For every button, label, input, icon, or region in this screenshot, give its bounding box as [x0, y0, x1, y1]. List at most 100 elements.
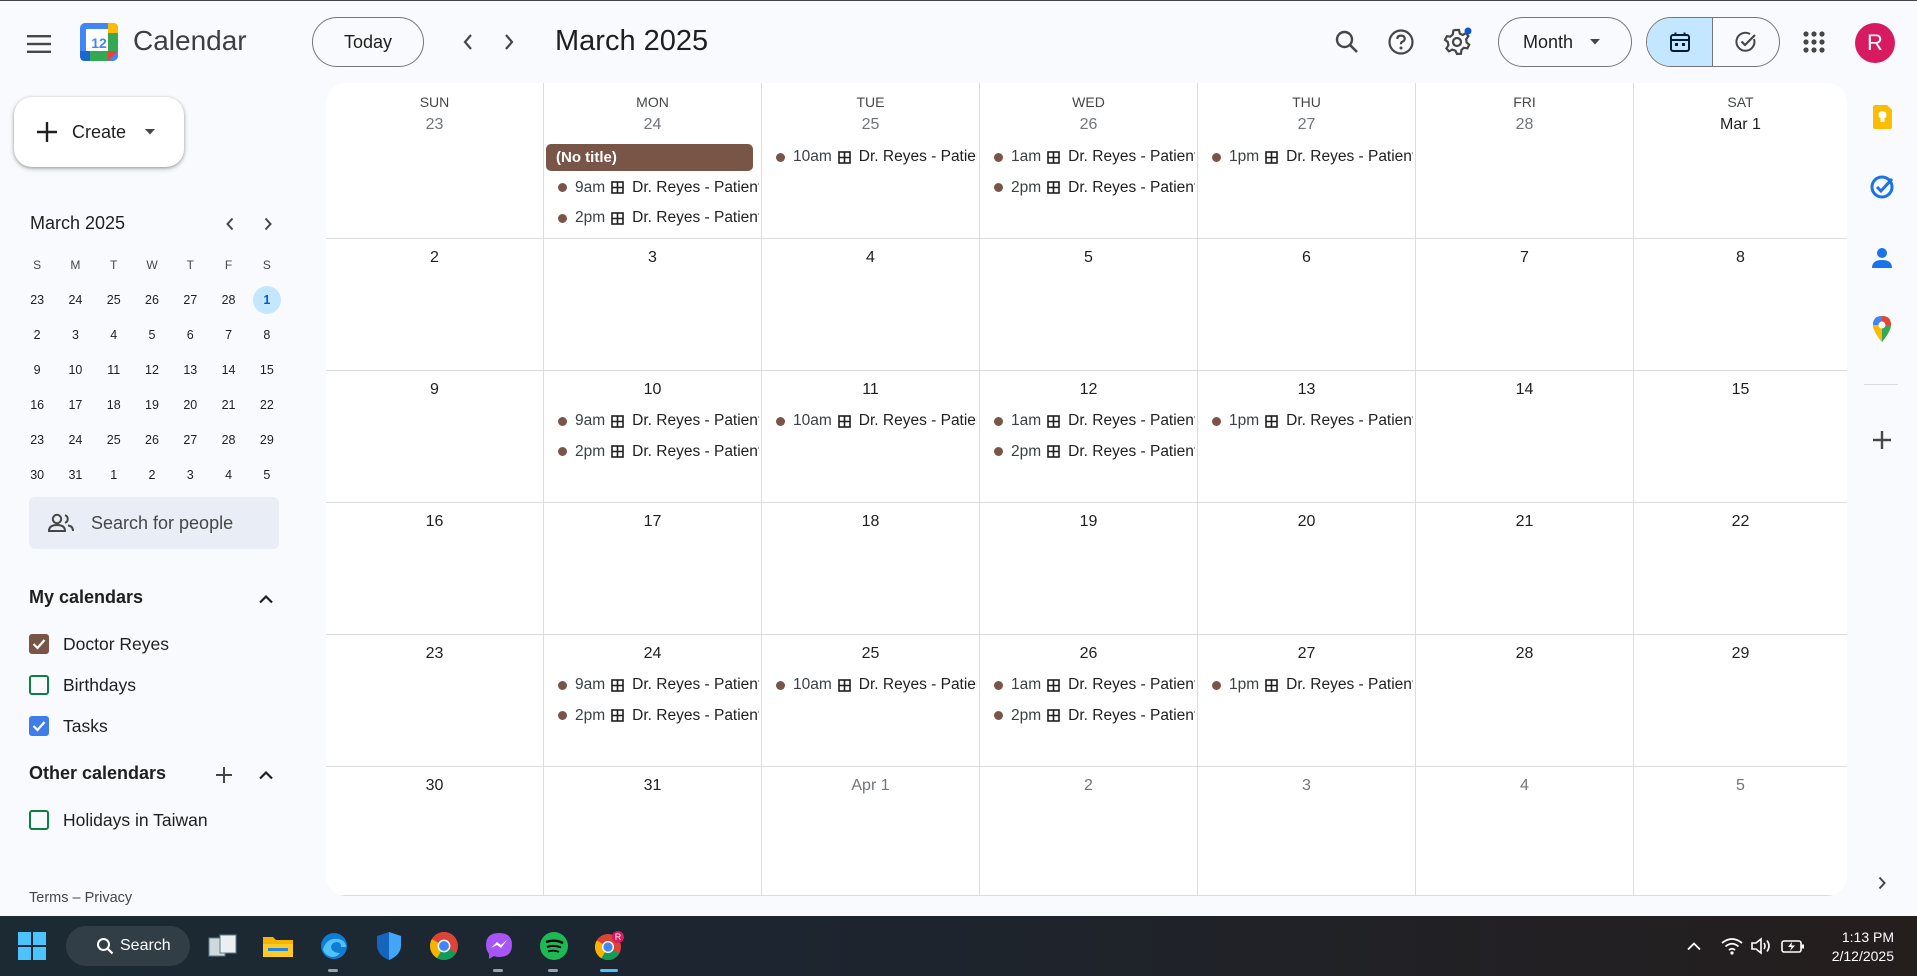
mini-day[interactable]: 11 [95, 363, 133, 377]
day-cell[interactable]: 13 1pm Dr. Reyes - Patient [1198, 371, 1416, 503]
day-cell[interactable]: 12 1am Dr. Reyes - Patient 2pm Dr. Reyes - P… [980, 371, 1198, 503]
day-cell[interactable]: 11 10am Dr. Reyes - Patient [762, 371, 980, 503]
battery-button[interactable] [1781, 934, 1805, 958]
day-number[interactable]: 29 [1634, 645, 1847, 663]
mini-day[interactable]: 7 [209, 328, 247, 342]
day-number[interactable]: 21 [1416, 513, 1633, 531]
day-cell[interactable]: 17 [544, 503, 762, 635]
mini-day[interactable]: 2 [18, 328, 56, 342]
mini-day[interactable]: 6 [171, 328, 209, 342]
day-cell[interactable]: 18 [762, 503, 980, 635]
day-number[interactable]: 4 [1416, 777, 1633, 795]
tasks-view-toggle[interactable] [1713, 18, 1779, 66]
day-cell[interactable]: 3 [1198, 767, 1416, 896]
mini-calendar-next[interactable] [253, 209, 283, 239]
mini-day[interactable]: 1 [95, 468, 133, 482]
messenger-button[interactable] [481, 928, 517, 972]
chrome-button[interactable] [426, 928, 462, 964]
day-cell[interactable]: 22 [1634, 503, 1847, 635]
day-cell[interactable]: 31 [544, 767, 762, 896]
day-cell[interactable]: 28 [1416, 635, 1634, 767]
day-cell[interactable]: TUE 25 10am Dr. Reyes - Patient [762, 83, 980, 239]
chrome-profile-button[interactable]: R [591, 928, 627, 972]
day-number[interactable]: 22 [1634, 513, 1847, 531]
event-chip[interactable]: 9am Dr. Reyes - Patient [548, 673, 759, 697]
day-number[interactable]: 23 [326, 116, 543, 134]
day-number[interactable]: 24 [544, 645, 761, 663]
mini-day[interactable]: 28 [209, 293, 247, 307]
mini-day[interactable]: 19 [133, 398, 171, 412]
day-number[interactable]: Apr 1 [762, 777, 979, 795]
mini-day[interactable]: 23 [18, 433, 56, 447]
tasks-side-panel-button[interactable] [1868, 173, 1896, 201]
day-number[interactable]: 14 [1416, 381, 1633, 399]
day-number[interactable]: 15 [1634, 381, 1847, 399]
spotify-button[interactable] [536, 928, 572, 972]
day-number[interactable]: 24 [544, 116, 761, 134]
day-cell[interactable]: 14 [1416, 371, 1634, 503]
mini-day[interactable]: 23 [18, 293, 56, 307]
event-chip-untitled[interactable]: (No title) [546, 144, 753, 171]
taskbar-search[interactable]: Search [66, 926, 190, 966]
event-chip[interactable]: 1am Dr. Reyes - Patient [984, 145, 1195, 169]
day-cell[interactable]: FRI 28 [1416, 83, 1634, 239]
day-number[interactable]: 28 [1416, 116, 1633, 134]
mini-calendar-previous[interactable] [215, 209, 245, 239]
day-number[interactable]: 25 [762, 116, 979, 134]
day-number[interactable]: 16 [326, 513, 543, 531]
mini-day-selected[interactable]: 1 [248, 285, 286, 314]
calendar-item-birthdays[interactable]: Birthdays [29, 670, 136, 700]
mini-day[interactable]: 21 [209, 398, 247, 412]
day-cell[interactable]: 16 [326, 503, 544, 635]
mini-day[interactable]: 4 [209, 468, 247, 482]
edge-browser-button[interactable] [316, 928, 352, 972]
day-number[interactable]: 2 [980, 777, 1197, 795]
maps-side-panel-button[interactable] [1868, 315, 1896, 343]
mini-day[interactable]: 22 [248, 398, 286, 412]
day-cell[interactable]: 20 [1198, 503, 1416, 635]
wifi-status-button[interactable] [1720, 934, 1744, 958]
day-cell[interactable]: Apr 1 [762, 767, 980, 896]
day-cell[interactable]: 27 1pm Dr. Reyes - Patient [1198, 635, 1416, 767]
day-cell[interactable]: MON 24 (No title) 9am Dr. Reyes - Patient 2pm… [544, 83, 762, 239]
calendar-checkbox[interactable] [29, 810, 49, 830]
day-number[interactable]: 23 [326, 645, 543, 663]
search-button[interactable] [1326, 21, 1368, 63]
mini-day[interactable]: 5 [248, 468, 286, 482]
other-calendars-collapse-button[interactable] [252, 761, 280, 789]
calendar-checkbox[interactable] [29, 716, 49, 736]
day-cell[interactable]: 9 [326, 371, 544, 503]
mini-day[interactable]: 28 [209, 433, 247, 447]
day-cell[interactable]: 30 [326, 767, 544, 896]
start-button[interactable] [18, 932, 46, 960]
day-cell[interactable]: 15 [1634, 371, 1847, 503]
mini-day[interactable]: 24 [56, 293, 94, 307]
day-number[interactable]: 26 [980, 116, 1197, 134]
event-chip[interactable]: 1pm Dr. Reyes - Patient [1202, 145, 1413, 169]
file-explorer-button[interactable] [260, 928, 296, 964]
day-number[interactable]: 13 [1198, 381, 1415, 399]
day-number[interactable]: 11 [762, 381, 979, 399]
mini-day[interactable]: 17 [56, 398, 94, 412]
event-chip[interactable]: 2pm Dr. Reyes - Patient [548, 440, 759, 464]
day-cell[interactable]: 23 [326, 635, 544, 767]
day-cell[interactable]: 21 [1416, 503, 1634, 635]
my-calendars-heading[interactable]: My calendars [29, 587, 143, 608]
day-number[interactable]: 5 [980, 249, 1197, 267]
mini-day[interactable]: 29 [248, 433, 286, 447]
day-cell[interactable]: SUN 23 [326, 83, 544, 239]
day-number[interactable]: 7 [1416, 249, 1633, 267]
event-chip[interactable]: 1am Dr. Reyes - Patient [984, 409, 1195, 433]
calendar-checkbox[interactable] [29, 634, 49, 654]
day-cell[interactable]: THU 27 1pm Dr. Reyes - Patient [1198, 83, 1416, 239]
mini-day[interactable]: 4 [95, 328, 133, 342]
event-chip[interactable]: 2pm Dr. Reyes - Patient [984, 704, 1195, 728]
event-chip[interactable]: 10am Dr. Reyes - Patient [766, 145, 977, 169]
mini-day[interactable]: 30 [18, 468, 56, 482]
day-cell[interactable]: 10 9am Dr. Reyes - Patient 2pm Dr. Reyes - P… [544, 371, 762, 503]
day-cell[interactable]: 25 10am Dr. Reyes - Patient [762, 635, 980, 767]
day-number[interactable]: 28 [1416, 645, 1633, 663]
day-number[interactable]: 5 [1634, 777, 1847, 795]
calendar-item-tasks[interactable]: Tasks [29, 711, 108, 741]
my-calendars-collapse-button[interactable] [252, 585, 280, 613]
